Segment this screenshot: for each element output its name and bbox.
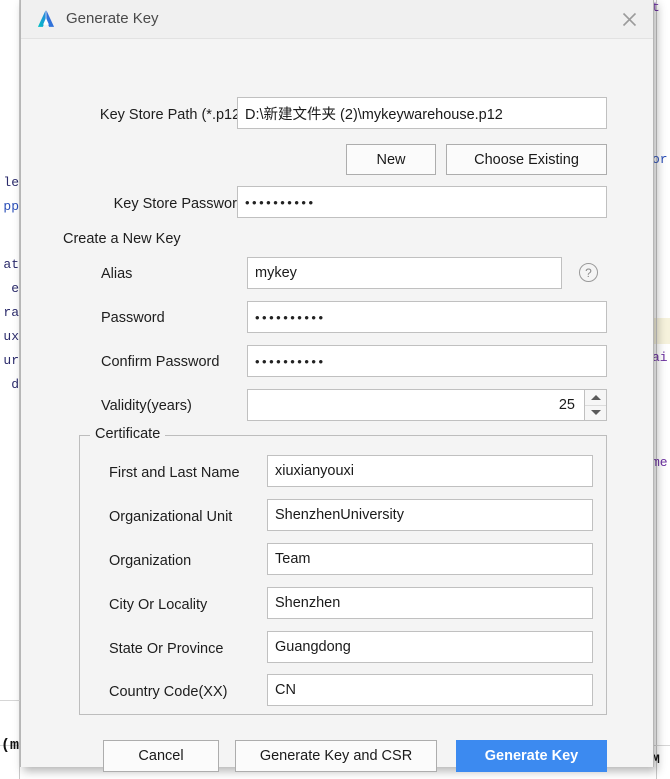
organizational-unit-input[interactable]: ShenzhenUniversity (267, 499, 593, 531)
screenshot-root: le pp at e ra ux ur d m) t or ai me M Ge… (0, 0, 670, 779)
background-fragment: M (652, 752, 660, 767)
background-text-left: le pp at e ra ux ur d (0, 175, 20, 401)
city-or-locality-input[interactable]: Shenzhen (267, 587, 593, 619)
background-fragment: ux (3, 329, 19, 344)
background-text-right-4: me (652, 455, 670, 479)
first-last-name-label: First and Last Name (109, 465, 240, 481)
certificate-group-title: Certificate (90, 427, 166, 442)
city-or-locality-label: City Or Locality (109, 597, 208, 613)
alias-label: Alias (101, 266, 133, 282)
keystore-password-label: Key Store Password (113, 196, 245, 212)
alias-input[interactable]: mykey (247, 257, 562, 289)
confirm-password-label: Confirm Password (101, 354, 220, 370)
background-fragment: ra (3, 305, 19, 320)
background-text-right-5: M (652, 752, 670, 776)
background-fragment: e (11, 281, 19, 296)
first-last-name-input[interactable]: xiuxianyouxi (267, 455, 593, 487)
background-fragment: me (652, 455, 668, 470)
create-new-key-section-label: Create a New Key (63, 231, 181, 247)
organizational-unit-label: Organizational Unit (109, 509, 233, 525)
background-fragment: or (652, 152, 668, 167)
chevron-down-icon[interactable] (585, 406, 606, 421)
keystore-password-input[interactable]: •••••••••• (237, 186, 607, 218)
new-button[interactable]: New (346, 144, 436, 175)
background-fragment: ai (652, 350, 668, 365)
country-code-label: Country Code(XX) (109, 684, 228, 700)
help-circle-icon[interactable]: ? (579, 263, 598, 282)
keystore-path-input[interactable]: D:\新建文件夹 (2)\mykeywarehouse.p12 (237, 97, 607, 129)
choose-existing-button[interactable]: Choose Existing (446, 144, 607, 175)
generate-key-and-csr-button[interactable]: Generate Key and CSR (235, 740, 437, 772)
background-text-right-3: ai (652, 350, 670, 374)
confirm-password-input[interactable]: •••••••••• (247, 345, 607, 377)
state-or-province-input[interactable]: Guangdong (267, 631, 593, 663)
background-text-bottom-left: m) (0, 738, 20, 762)
android-studio-logo-icon (35, 8, 57, 30)
dialog-title: Generate Key (66, 10, 159, 27)
state-or-province-label: State Or Province (109, 641, 224, 657)
cancel-button[interactable]: Cancel (103, 740, 219, 772)
dialog-body: Key Store Path (*.p12) D:\新建文件夹 (2)\myke… (21, 39, 653, 772)
background-fragment: ur (3, 353, 19, 368)
background-fragment: m) (0, 738, 19, 754)
background-text-right-1: t (652, 0, 670, 24)
background-divider-right (656, 0, 657, 779)
background-fragment: pp (3, 199, 19, 214)
background-fragment: d (11, 377, 19, 392)
organization-input[interactable]: Team (267, 543, 593, 575)
background-text-right-2: or (652, 152, 670, 176)
background-highlight-right (652, 318, 670, 344)
generate-key-dialog: Generate Key Key Store Path (*.p12) D:\新… (20, 0, 654, 772)
generate-key-button[interactable]: Generate Key (456, 740, 607, 772)
chevron-up-icon[interactable] (585, 390, 606, 406)
background-divider-bottom-left (0, 700, 20, 701)
country-code-input[interactable]: CN (267, 674, 593, 706)
validity-stepper[interactable] (585, 389, 607, 421)
key-password-label: Password (101, 310, 165, 326)
background-fragment: t (652, 0, 660, 15)
background-fragment: le (3, 175, 19, 190)
validity-label: Validity(years) (101, 398, 192, 414)
background-fragment: at (3, 257, 19, 272)
close-icon[interactable] (607, 0, 651, 38)
keystore-path-label: Key Store Path (*.p12) (99, 107, 245, 123)
validity-input[interactable]: 25 (247, 389, 585, 421)
dialog-titlebar: Generate Key (21, 0, 653, 39)
key-password-input[interactable]: •••••••••• (247, 301, 607, 333)
organization-label: Organization (109, 553, 192, 569)
